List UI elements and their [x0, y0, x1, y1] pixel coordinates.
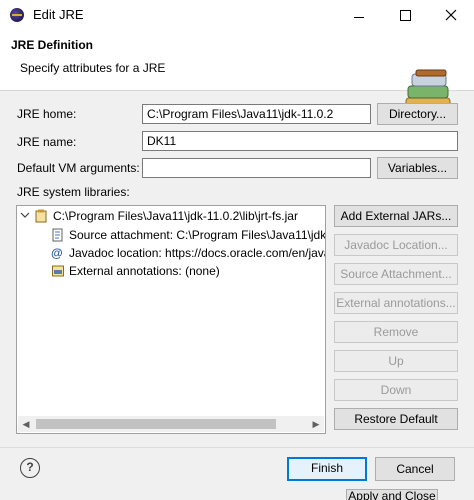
- scrollbar-thumb[interactable]: [36, 419, 276, 429]
- jar-icon: [35, 209, 47, 223]
- directory-button[interactable]: Directory...: [377, 103, 458, 125]
- vm-arguments-field[interactable]: [142, 158, 371, 178]
- down-button[interactable]: Down: [334, 379, 458, 401]
- page-description: Specify attributes for a JRE: [20, 61, 166, 75]
- add-external-jars-button[interactable]: Add External JARs...: [334, 205, 458, 227]
- external-annotations-button[interactable]: External annotations...: [334, 292, 458, 314]
- tree-item-label: External annotations: (none): [69, 264, 220, 278]
- tree-item-label: Javadoc location: https://docs.oracle.co…: [69, 246, 326, 260]
- tree-item-label: Source attachment: C:\Program Files\Java…: [69, 228, 326, 242]
- header-banner: JRE Definition Specify attributes for a …: [0, 30, 474, 111]
- close-button[interactable]: [428, 0, 474, 30]
- cancel-button[interactable]: Cancel: [375, 457, 455, 481]
- restore-default-button[interactable]: Restore Default: [334, 408, 458, 430]
- finish-button[interactable]: Finish: [287, 457, 367, 481]
- javadoc-icon: @: [51, 246, 63, 260]
- source-attachment-button[interactable]: Source Attachment...: [334, 263, 458, 285]
- horizontal-scrollbar[interactable]: ◀ ▶: [18, 416, 324, 432]
- system-libraries-label: JRE system libraries:: [17, 185, 130, 199]
- javadoc-location-button[interactable]: Javadoc Location...: [334, 234, 458, 256]
- window-title: Edit JRE: [33, 7, 84, 22]
- chevron-down-icon[interactable]: [20, 210, 30, 220]
- maximize-icon: [399, 9, 411, 21]
- close-icon: [445, 9, 457, 21]
- eclipse-icon: [10, 8, 24, 22]
- annotations-icon: [52, 265, 64, 277]
- source-attachment-icon: [52, 228, 63, 242]
- edit-jre-dialog: Edit JRE JRE Definition Specify attribut…: [0, 0, 474, 500]
- scroll-right-icon[interactable]: ▶: [308, 416, 324, 432]
- libraries-tree[interactable]: C:\Program Files\Java11\jdk-11.0.2\lib\j…: [16, 205, 326, 434]
- jre-name-field[interactable]: DK11: [142, 131, 458, 151]
- jre-home-label: JRE home:: [17, 107, 77, 121]
- page-title: JRE Definition: [11, 38, 94, 52]
- scroll-left-icon[interactable]: ◀: [18, 416, 34, 432]
- jre-home-field[interactable]: C:\Program Files\Java11\jdk-11.0.2: [142, 104, 371, 124]
- help-icon[interactable]: ?: [20, 458, 40, 478]
- minimize-icon: [354, 16, 364, 18]
- minimize-button[interactable]: [336, 0, 382, 30]
- vm-arguments-label: Default VM arguments:: [17, 161, 140, 175]
- maximize-button[interactable]: [382, 0, 428, 30]
- remove-button[interactable]: Remove: [334, 321, 458, 343]
- title-bar[interactable]: Edit JRE: [0, 0, 474, 30]
- apply-and-close-button[interactable]: Apply and Close: [346, 489, 438, 500]
- tree-root-row[interactable]: C:\Program Files\Java11\jdk-11.0.2\lib\j…: [17, 207, 323, 225]
- jre-name-label: JRE name:: [17, 135, 77, 149]
- variables-button[interactable]: Variables...: [377, 157, 458, 179]
- up-button[interactable]: Up: [334, 350, 458, 372]
- tree-root-label: C:\Program Files\Java11\jdk-11.0.2\lib\j…: [53, 209, 298, 223]
